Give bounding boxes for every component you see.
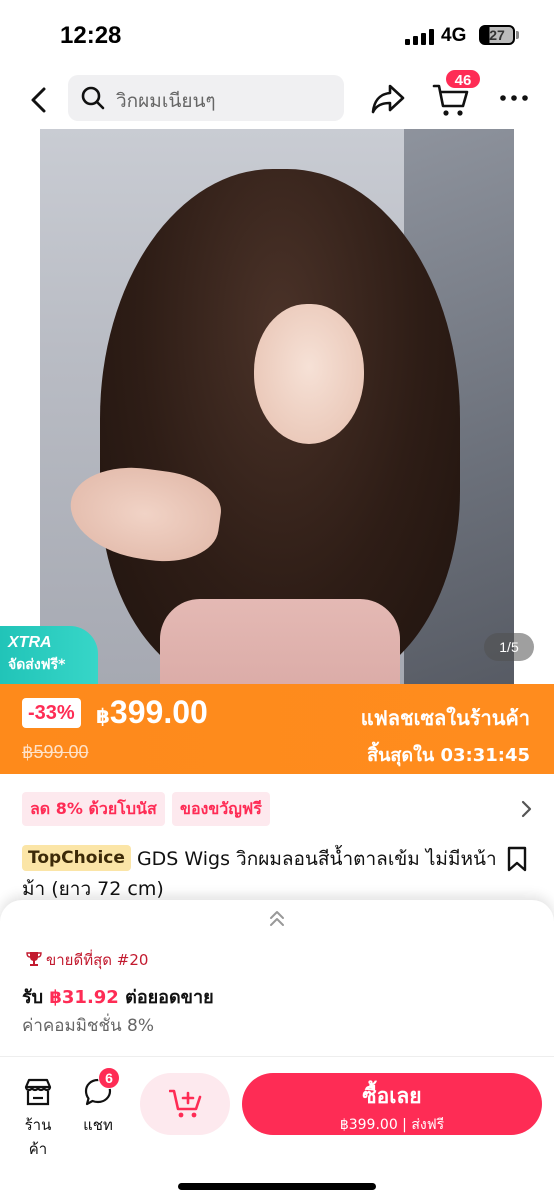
image-face xyxy=(254,304,364,444)
image-top xyxy=(160,599,400,685)
original-price: ฿599.00 xyxy=(22,742,89,762)
network-type: 4G xyxy=(441,25,467,46)
currency-symbol: ฿ xyxy=(96,706,110,728)
share-icon[interactable] xyxy=(370,82,406,116)
flash-sale-bar: -33% ฿399.00 ฿599.00 แฟลชเซลในร้านค้า สิ… xyxy=(0,684,554,774)
commission-rate: ค่าคอมมิชชั่น 8% xyxy=(22,1016,154,1036)
battery-level: 27 xyxy=(489,27,505,43)
xtra-title: XTRA xyxy=(8,634,52,651)
buy-now-label: ซื้อเลย xyxy=(362,1084,422,1108)
image-page-indicator: 1/5 xyxy=(484,633,534,661)
status-bar: 12:28 4G 27 xyxy=(0,0,554,70)
bookmark-icon[interactable] xyxy=(506,846,528,872)
discount-badge: -33% xyxy=(22,698,81,728)
trophy-icon xyxy=(26,952,42,966)
add-to-cart-button[interactable] xyxy=(140,1073,230,1135)
chevron-up-double-icon[interactable] xyxy=(266,908,288,930)
flash-sale-label: แฟลชเซลในร้านค้า xyxy=(360,706,530,730)
buy-now-button[interactable]: ซื้อเลย ฿399.00 | ส่งฟรี xyxy=(242,1073,542,1135)
signal-icon xyxy=(405,29,435,45)
product-title: TopChoice GDS Wigs วิกผมลอนสีน้ำตาลเข้ม … xyxy=(22,844,502,904)
cart-count-badge: 46 xyxy=(444,68,482,90)
flash-sale-countdown: สิ้นสุดใน 03:31:45 xyxy=(367,745,530,766)
chat-label: แชท xyxy=(83,1116,113,1134)
top-nav: วิกผมเนียนๆ 46 xyxy=(0,68,554,128)
product-image[interactable] xyxy=(40,129,514,685)
topchoice-badge: TopChoice xyxy=(22,845,131,871)
buy-now-subtext: ฿399.00 | ส่งฟรี xyxy=(339,1117,445,1133)
bonus-discount-chip[interactable]: ลด 8% ด้วยโบนัส xyxy=(22,792,165,826)
more-options-icon[interactable] xyxy=(498,86,530,110)
current-price: ฿399.00 xyxy=(96,694,208,731)
product-title-block: TopChoice GDS Wigs วิกผมลอนสีน้ำตาลเข้ม … xyxy=(22,844,502,904)
price-value: 399.00 xyxy=(109,694,208,730)
add-to-cart-icon xyxy=(169,1089,202,1118)
affiliate-sheet: ขายดีที่สุด #20 รับ ฿31.92 ต่อยอดขาย ค่า… xyxy=(0,900,554,1056)
search-query: วิกผมเนียนๆ xyxy=(116,90,216,112)
chevron-right-icon[interactable] xyxy=(520,798,534,820)
free-gift-chip[interactable]: ของขวัญฟรี xyxy=(172,792,270,826)
earn-suffix: ต่อยอดขาย xyxy=(125,987,214,1008)
earn-amount: ฿31.92 xyxy=(49,987,119,1008)
search-input[interactable]: วิกผมเนียนๆ xyxy=(68,75,344,121)
chat-count-badge: 6 xyxy=(98,1067,120,1089)
promo-row[interactable]: ลด 8% ด้วยโบนัส ของขวัญฟรี xyxy=(0,784,554,834)
bestseller-text: ขายดีที่สุด #20 xyxy=(46,951,149,969)
shop-button[interactable]: ร้านค้า xyxy=(16,1077,60,1158)
status-time: 12:28 xyxy=(60,22,122,49)
bottom-action-bar: ร้านค้า แชท 6 ซื้อเลย ฿399.00 | ส่งฟรี xyxy=(0,1056,554,1200)
search-icon xyxy=(81,86,105,110)
xtra-free-shipping-badge: XTRA จัดส่งฟรี* xyxy=(0,626,98,684)
battery-tip xyxy=(516,31,519,39)
earn-per-sale: รับ ฿31.92 ต่อยอดขาย xyxy=(22,982,214,1011)
shop-icon xyxy=(24,1078,52,1106)
earn-prefix: รับ xyxy=(22,987,44,1008)
xtra-subtitle: จัดส่งฟรี* xyxy=(8,657,66,673)
home-indicator[interactable] xyxy=(178,1183,376,1190)
shop-label: ร้านค้า xyxy=(24,1116,52,1158)
back-arrow-icon[interactable] xyxy=(24,84,56,116)
bestseller-rank: ขายดีที่สุด #20 xyxy=(26,948,148,972)
